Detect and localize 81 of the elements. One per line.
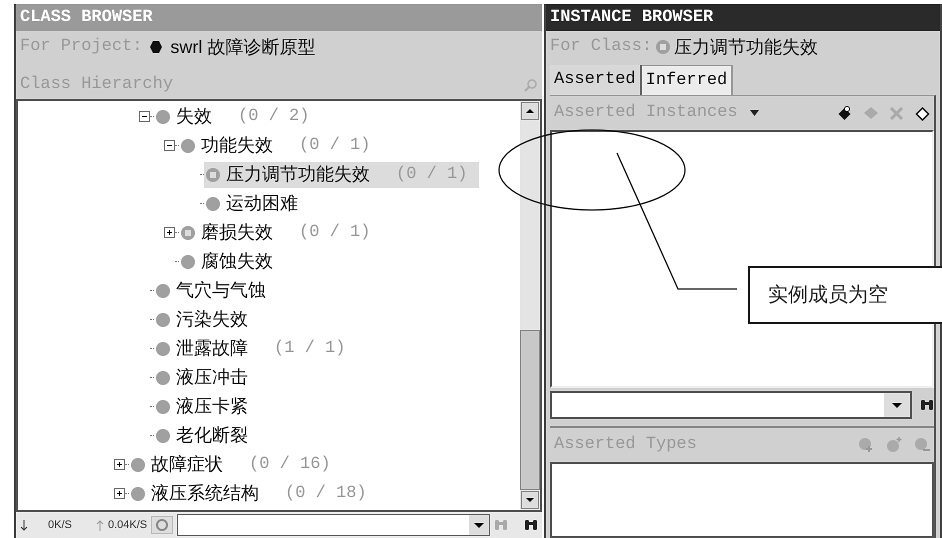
- class-icon: [131, 486, 145, 500]
- tree-item[interactable]: 液压卡紧: [154, 394, 260, 420]
- diamond-outline-icon[interactable]: [915, 106, 930, 120]
- up-arrow-icon: [96, 520, 104, 530]
- caret-icon[interactable]: [750, 110, 759, 116]
- class-name: 磨损失效: [201, 221, 273, 244]
- search-combo[interactable]: [177, 514, 490, 536]
- tree-item[interactable]: 腐蚀失效: [179, 248, 285, 274]
- class-icon: [181, 254, 195, 268]
- types-list[interactable]: [550, 462, 934, 538]
- tree-item[interactable]: 磨损失效 (0 / 1): [179, 220, 382, 246]
- class-icon: [156, 312, 170, 326]
- class-defined-icon: [206, 168, 220, 182]
- instance-count: (0 / 1): [396, 164, 468, 186]
- tree-item[interactable]: 泄露故障 (1 / 1): [154, 336, 358, 362]
- binoculars-icon[interactable]: [920, 399, 934, 411]
- class-icon: [156, 428, 170, 442]
- class-name: 失效: [176, 105, 212, 128]
- class-name: 腐蚀失效: [201, 250, 273, 273]
- class-name: 液压冲击: [176, 366, 248, 389]
- class-defined-icon: [181, 226, 195, 240]
- dropdown-icon[interactable]: [469, 515, 489, 535]
- class-icon: [206, 196, 220, 210]
- class-name: 泄露故障: [176, 337, 248, 360]
- expand-icon[interactable]: [114, 488, 125, 499]
- expand-icon[interactable]: [114, 459, 125, 470]
- class-icon: [181, 138, 195, 152]
- instance-count: (0 / 2): [238, 106, 310, 128]
- instance-count: (1 / 1): [274, 338, 346, 360]
- class-icon: [131, 458, 145, 472]
- expand-icon[interactable]: [164, 227, 175, 238]
- instance-count: (0 / 18): [285, 482, 367, 505]
- download-rate: 0K/S: [47, 518, 72, 533]
- tree-item[interactable]: 压力调节功能失效 (0 / 1): [204, 162, 480, 188]
- project-icon: [150, 41, 162, 53]
- tree-item[interactable]: 失效 (0 / 2): [154, 104, 322, 130]
- collapse-icon[interactable]: [164, 140, 175, 151]
- class-name: 老化断裂: [176, 424, 248, 447]
- upload-rate: 0.04K/S: [108, 518, 148, 533]
- dropdown-icon[interactable]: [884, 393, 910, 417]
- tree-item[interactable]: 污染失效: [154, 306, 260, 332]
- panel-title-bar: INSTANCE BROWSER: [546, 4, 940, 31]
- class-name: 污染失效: [176, 308, 248, 331]
- tree-item[interactable]: 故障症状 (0 / 16): [129, 452, 343, 478]
- annotation-tooltip: 实例成员为空: [748, 266, 942, 324]
- class-name: 压力调节功能失效: [674, 36, 818, 58]
- class-icon: [156, 400, 170, 414]
- tree-item[interactable]: 气穴与气蚀: [154, 278, 278, 304]
- class-defined-icon: [656, 40, 670, 54]
- scroll-thumb[interactable]: [520, 330, 540, 490]
- scroll-down-icon[interactable]: [521, 491, 539, 509]
- search-combo[interactable]: [550, 391, 912, 419]
- tree-item[interactable]: 老化断裂: [154, 422, 260, 448]
- panel-title-bar: CLASS BROWSER: [16, 4, 542, 31]
- tree-item[interactable]: 液压冲击: [154, 364, 260, 390]
- class-name: 运动困难: [226, 192, 298, 215]
- scroll-up-icon[interactable]: [521, 102, 539, 120]
- instance-count: (0 / 16): [249, 454, 331, 476]
- project-name: swrl 故障诊断原型: [170, 36, 316, 58]
- class-name: 液压系统结构: [151, 482, 259, 505]
- tree-item[interactable]: 运动困难: [204, 190, 310, 216]
- class-name: 气穴与气蚀: [176, 279, 266, 302]
- class-icon: [156, 342, 170, 356]
- collapse-icon[interactable]: [139, 111, 150, 122]
- binoculars-icon[interactable]: [524, 519, 538, 531]
- tree-item[interactable]: 液压系统结构 (0 / 18): [129, 480, 379, 506]
- class-name: 故障症状: [151, 453, 223, 476]
- class-icon: [156, 370, 170, 384]
- class-icon: [156, 284, 170, 298]
- instance-count: (0 / 1): [299, 222, 370, 244]
- class-icon: [156, 110, 170, 124]
- instance-count: (0 / 1): [299, 134, 370, 157]
- down-arrow-icon: [20, 520, 28, 530]
- class-name: 功能失效: [201, 134, 273, 157]
- class-name: 压力调节功能失效: [226, 163, 370, 186]
- scrollbar[interactable]: [520, 101, 540, 510]
- class-name: 液压卡紧: [176, 395, 248, 418]
- tab[interactable]: Asserted: [550, 65, 642, 95]
- add-instance-icon[interactable]: [837, 106, 852, 120]
- tree-item[interactable]: 功能失效 (0 / 1): [179, 132, 382, 158]
- tab[interactable]: Inferred: [642, 65, 734, 95]
